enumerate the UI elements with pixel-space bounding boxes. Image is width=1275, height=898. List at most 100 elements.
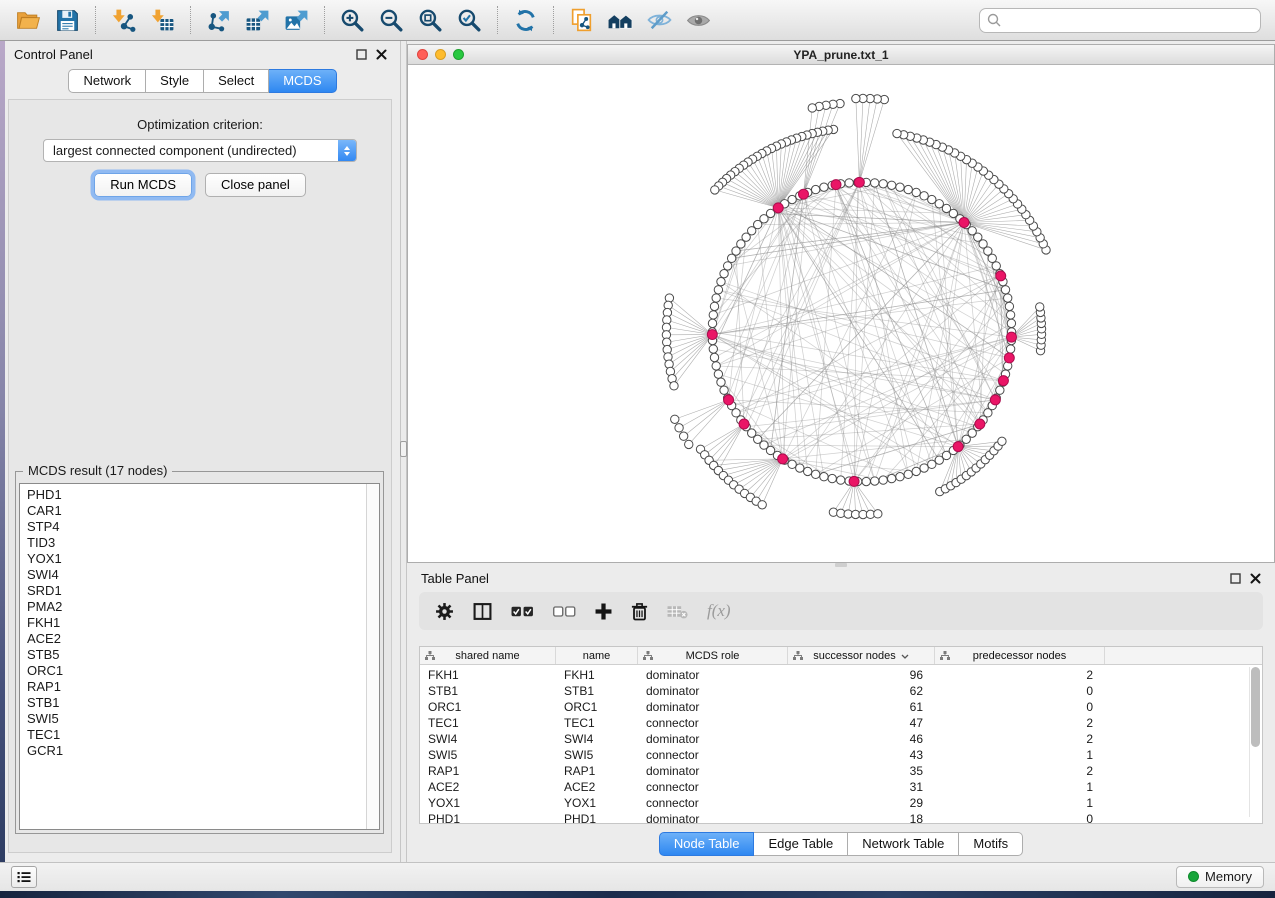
table-row[interactable]: ORC1ORC1dominator610	[420, 699, 1262, 715]
network-canvas[interactable]	[408, 65, 1274, 562]
mcds-dominator-node[interactable]	[975, 419, 985, 429]
deselect-all-button[interactable]	[553, 605, 576, 618]
network-node[interactable]	[920, 192, 928, 200]
tab-edge-table[interactable]: Edge Table	[754, 832, 848, 856]
network-node[interactable]	[709, 345, 717, 353]
column-header-predecessor-nodes[interactable]: predecessor nodes	[935, 647, 1105, 664]
network-node[interactable]	[871, 477, 879, 485]
search-box[interactable]	[979, 8, 1261, 33]
network-node[interactable]	[845, 179, 853, 187]
mcds-dominator-node[interactable]	[831, 180, 841, 190]
import-network-button[interactable]	[105, 4, 142, 37]
mcds-dominator-node[interactable]	[854, 177, 864, 187]
network-node[interactable]	[879, 180, 887, 188]
mcds-result-item[interactable]: PHD1	[27, 487, 366, 503]
network-node[interactable]	[928, 195, 936, 203]
float-panel-icon[interactable]	[1230, 573, 1241, 584]
network-node[interactable]	[1007, 319, 1015, 327]
network-node[interactable]	[717, 378, 725, 386]
mcds-dominator-node[interactable]	[849, 476, 859, 486]
import-table-button[interactable]	[144, 4, 181, 37]
export-image-button[interactable]	[278, 4, 315, 37]
column-header-shared-name[interactable]: shared name	[420, 647, 556, 664]
network-graph[interactable]	[408, 65, 1274, 562]
network-node[interactable]	[712, 362, 720, 370]
network-node[interactable]	[788, 460, 796, 468]
mcds-result-item[interactable]: STB5	[27, 647, 366, 663]
network-node[interactable]	[723, 262, 731, 270]
mcds-result-item[interactable]: SWI4	[27, 567, 366, 583]
network-node[interactable]	[912, 188, 920, 196]
mcds-dominator-node[interactable]	[1007, 332, 1017, 342]
network-node[interactable]	[671, 415, 679, 423]
network-node[interactable]	[796, 464, 804, 472]
maximize-window-icon[interactable]	[453, 49, 464, 60]
network-node[interactable]	[720, 386, 728, 394]
network-node[interactable]	[904, 470, 912, 478]
zoom-in-button[interactable]	[334, 4, 371, 37]
network-node[interactable]	[862, 477, 870, 485]
table-row[interactable]: FKH1FKH1dominator962	[420, 667, 1262, 683]
table-row[interactable]: SWI4SWI4dominator462	[420, 731, 1262, 747]
splitter-handle[interactable]	[835, 563, 847, 567]
mcds-dominator-node[interactable]	[1004, 353, 1014, 363]
network-node[interactable]	[998, 437, 1006, 445]
column-header-mcds-role[interactable]: MCDS role	[638, 647, 788, 664]
table-row[interactable]: YOX1YOX1connector291	[420, 795, 1262, 811]
mcds-result-item[interactable]: ORC1	[27, 663, 366, 679]
mcds-dominator-node[interactable]	[773, 203, 783, 213]
network-node[interactable]	[820, 183, 828, 191]
result-list-scrollbar[interactable]	[366, 484, 379, 829]
export-table-button[interactable]	[239, 4, 276, 37]
mcds-dominator-node[interactable]	[959, 218, 969, 228]
tab-motifs[interactable]: Motifs	[959, 832, 1023, 856]
mcds-dominator-node[interactable]	[739, 419, 749, 429]
column-header-name[interactable]: name	[556, 647, 638, 664]
network-node[interactable]	[928, 460, 936, 468]
network-node[interactable]	[675, 424, 683, 432]
refresh-view-button[interactable]	[507, 4, 544, 37]
network-node[interactable]	[1004, 294, 1012, 302]
show-panels-button[interactable]	[11, 866, 37, 888]
splitter-handle[interactable]	[400, 441, 407, 457]
network-node[interactable]	[811, 185, 819, 193]
network-node[interactable]	[709, 311, 717, 319]
mcds-dominator-node[interactable]	[724, 395, 734, 405]
first-neighbors-button[interactable]	[602, 4, 639, 37]
network-node[interactable]	[1006, 311, 1014, 319]
mcds-result-item[interactable]: CAR1	[27, 503, 366, 519]
table-row[interactable]: ACE2ACE2connector311	[420, 779, 1262, 795]
network-node[interactable]	[712, 294, 720, 302]
network-node[interactable]	[1006, 345, 1014, 353]
network-node[interactable]	[837, 476, 845, 484]
show-columns-button[interactable]	[473, 602, 492, 621]
network-node[interactable]	[808, 104, 816, 112]
network-node[interactable]	[1005, 302, 1013, 310]
table-row[interactable]: STB1STB1dominator620	[420, 683, 1262, 699]
mcds-dominator-node[interactable]	[953, 442, 963, 452]
network-node[interactable]	[720, 270, 728, 278]
network-node[interactable]	[893, 129, 901, 137]
horizontal-splitter[interactable]	[407, 563, 1275, 567]
network-node[interactable]	[904, 185, 912, 193]
select-all-button[interactable]	[511, 605, 534, 618]
mcds-dominator-node[interactable]	[707, 330, 717, 340]
table-row[interactable]: SWI5SWI5connector431	[420, 747, 1262, 763]
table-row[interactable]: PHD1PHD1dominator180	[420, 811, 1262, 823]
network-node[interactable]	[717, 277, 725, 285]
mcds-result-item[interactable]: FKH1	[27, 615, 366, 631]
tab-network-table[interactable]: Network Table	[848, 832, 959, 856]
network-node[interactable]	[828, 474, 836, 482]
network-node[interactable]	[887, 181, 895, 189]
network-node[interactable]	[711, 186, 719, 194]
network-node[interactable]	[992, 262, 1000, 270]
network-node[interactable]	[996, 386, 1004, 394]
mcds-result-item[interactable]: STB1	[27, 695, 366, 711]
tab-style[interactable]: Style	[146, 69, 204, 93]
tab-node-table[interactable]: Node Table	[659, 832, 755, 856]
network-node[interactable]	[685, 440, 693, 448]
mcds-result-item[interactable]: TID3	[27, 535, 366, 551]
network-node[interactable]	[710, 353, 718, 361]
network-node[interactable]	[887, 474, 895, 482]
mcds-result-item[interactable]: SWI5	[27, 711, 366, 727]
